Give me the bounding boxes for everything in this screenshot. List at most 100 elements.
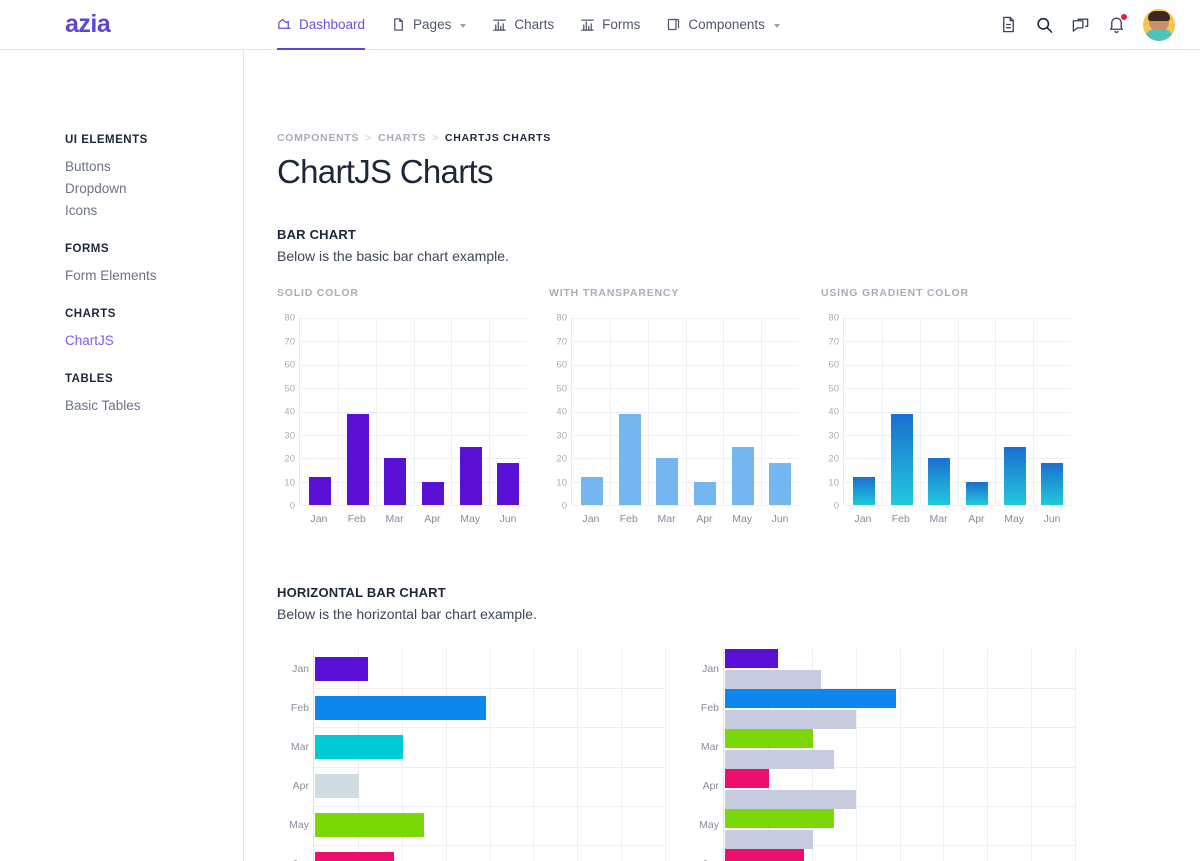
document-icon[interactable] — [999, 15, 1018, 34]
bar[interactable] — [965, 481, 988, 505]
bar[interactable] — [852, 476, 875, 505]
bar-row[interactable] — [725, 649, 1075, 689]
bar[interactable] — [315, 852, 394, 861]
bar[interactable] — [769, 462, 792, 505]
bar-cell[interactable] — [339, 318, 377, 505]
bar[interactable] — [725, 649, 778, 668]
bar-cell[interactable] — [996, 318, 1034, 505]
brand-logo[interactable]: azia — [0, 10, 230, 39]
bar[interactable] — [725, 670, 822, 689]
bar[interactable] — [725, 809, 835, 828]
vertical-bar-chart-gradient[interactable]: 0 10 20 30 40 50 60 70 80 Jan Feb Mar Apr May Jun — [821, 312, 1071, 527]
bar-row[interactable] — [725, 809, 1075, 849]
sidebar-item-basic-tables[interactable]: Basic Tables — [65, 395, 243, 417]
bell-icon[interactable] — [1107, 14, 1127, 34]
bar[interactable] — [346, 413, 369, 505]
bar-cell[interactable] — [573, 318, 611, 505]
bar[interactable] — [1041, 462, 1064, 505]
bar[interactable] — [725, 710, 857, 729]
bar[interactable] — [315, 734, 403, 759]
bar[interactable] — [618, 413, 641, 505]
bar-row[interactable] — [315, 845, 665, 861]
y-axis-tick: Feb — [700, 701, 719, 714]
sidebar-item-icons[interactable]: Icons — [65, 200, 243, 222]
horizontal-bar-chart-dual[interactable]: JanFebMarAprMayJun 01020304050607080 — [687, 645, 1077, 861]
bar[interactable] — [725, 729, 813, 748]
bar-row[interactable] — [315, 767, 665, 806]
nav-item-dashboard[interactable]: Dashboard — [277, 0, 366, 50]
horizontal-bar-chart-single[interactable]: JanFebMarAprMayJun 01020304050607080 — [277, 645, 667, 861]
bar[interactable] — [315, 695, 486, 720]
bar[interactable] — [421, 481, 444, 505]
bar-cell[interactable] — [1033, 318, 1071, 505]
vertical-bar-chart-solid[interactable]: 0 10 20 30 40 50 60 70 80 Jan Feb Mar Apr May Jun — [277, 312, 527, 527]
bar-cell[interactable] — [414, 318, 452, 505]
bar-cell[interactable] — [845, 318, 883, 505]
bar[interactable] — [497, 462, 520, 505]
x-axis-tick: Jan — [582, 513, 600, 525]
bar[interactable] — [693, 481, 716, 505]
bar[interactable] — [725, 849, 804, 861]
bar[interactable] — [731, 446, 754, 505]
sidebar-item-buttons[interactable]: Buttons — [65, 156, 243, 178]
bar-row[interactable] — [315, 727, 665, 766]
bar-row[interactable] — [725, 849, 1075, 861]
bar-row[interactable] — [315, 806, 665, 845]
bar[interactable] — [725, 830, 813, 849]
bar[interactable] — [459, 446, 482, 505]
sidebar-item-chartjs[interactable]: ChartJS — [65, 330, 243, 352]
bar-row[interactable] — [725, 729, 1075, 769]
breadcrumb-item-charts[interactable]: CHARTS — [378, 132, 426, 144]
sidebar-item-form-elements[interactable]: Form Elements — [65, 265, 243, 287]
bar[interactable] — [725, 689, 896, 708]
chat-icon[interactable] — [1071, 15, 1090, 34]
bar[interactable] — [315, 774, 359, 799]
bar-series — [573, 318, 799, 505]
bar-cell[interactable] — [761, 318, 799, 505]
bar[interactable] — [890, 413, 913, 505]
bar[interactable] — [384, 458, 407, 505]
nav-item-pages[interactable]: Pages — [391, 0, 467, 50]
bar-cell[interactable] — [686, 318, 724, 505]
vertical-bar-chart-transparency[interactable]: 0 10 20 30 40 50 60 70 80 Jan Feb Mar Apr May Jun — [549, 312, 799, 527]
bar-cell[interactable] — [883, 318, 921, 505]
bar[interactable] — [308, 476, 331, 505]
bar[interactable] — [928, 458, 951, 505]
bar-row[interactable] — [315, 688, 665, 727]
bar[interactable] — [580, 476, 603, 505]
bar-cell[interactable] — [958, 318, 996, 505]
bar[interactable] — [725, 769, 769, 788]
y-axis-tick: 40 — [556, 406, 567, 418]
nav-item-forms[interactable]: Forms — [580, 0, 640, 50]
bar-cell[interactable] — [648, 318, 686, 505]
sidebar-item-dropdown[interactable]: Dropdown — [65, 178, 243, 200]
gridline — [665, 649, 666, 861]
bar-row[interactable] — [725, 689, 1075, 729]
bar-cell[interactable] — [301, 318, 339, 505]
bar[interactable] — [725, 790, 857, 809]
breadcrumb-item-components[interactable]: COMPONENTS — [277, 132, 359, 144]
search-icon[interactable] — [1035, 15, 1054, 34]
bar[interactable] — [315, 656, 368, 681]
bar[interactable] — [725, 750, 835, 769]
y-axis-tick: May — [289, 819, 309, 832]
bar-row[interactable] — [315, 649, 665, 688]
bar-cell[interactable] — [724, 318, 762, 505]
bar-cell[interactable] — [920, 318, 958, 505]
y-axis-tick: Jan — [702, 662, 719, 675]
bar-cell[interactable] — [611, 318, 649, 505]
gridline — [1075, 649, 1076, 861]
gridline: 0 — [562, 501, 799, 512]
bar[interactable] — [1003, 446, 1026, 505]
avatar[interactable] — [1143, 8, 1175, 41]
bar-cell[interactable] — [376, 318, 414, 505]
bar-cell[interactable] — [452, 318, 490, 505]
nav-item-charts[interactable]: Charts — [492, 0, 554, 50]
bar-cell[interactable] — [489, 318, 527, 505]
bar-series — [301, 318, 527, 505]
bar-row[interactable] — [725, 769, 1075, 809]
nav-item-components[interactable]: Components — [666, 0, 780, 50]
bar[interactable] — [656, 458, 679, 505]
y-axis-tick: Jun — [687, 845, 719, 861]
bar[interactable] — [315, 813, 425, 838]
